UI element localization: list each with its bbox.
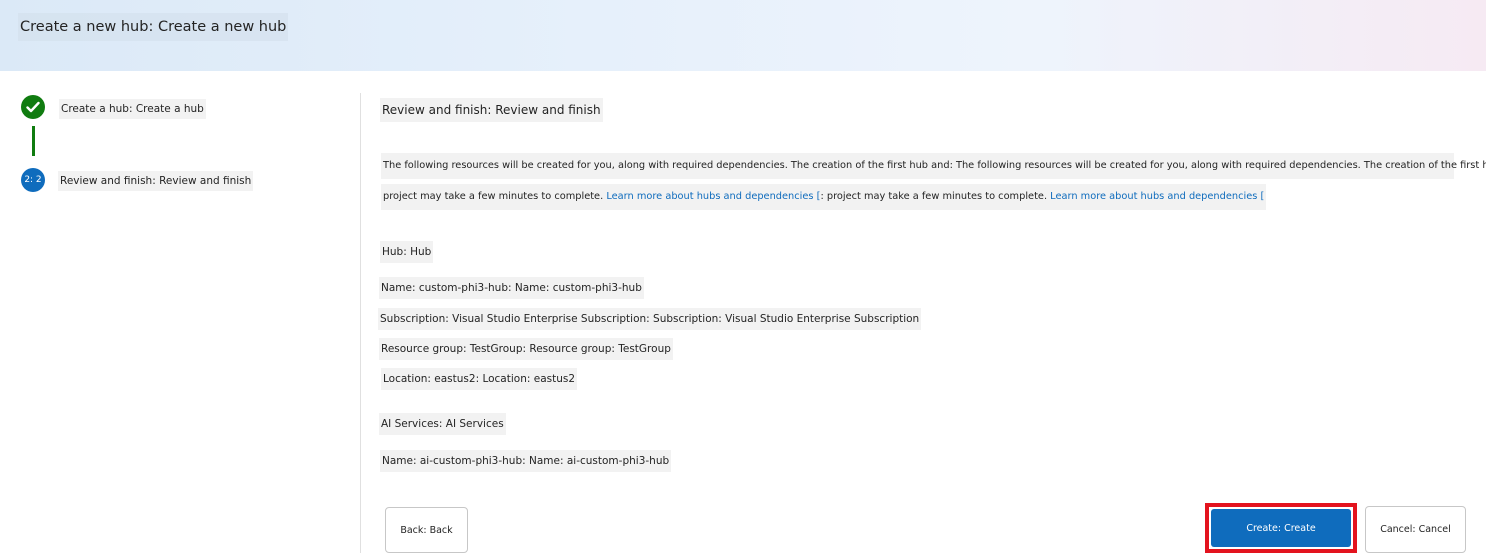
review-description-line-2: project may take a few minutes to comple… <box>381 184 1267 210</box>
hub-section-title: Hub: Hub <box>380 241 434 263</box>
learn-more-link-a[interactable]: Learn more about hubs and dependencies [ <box>606 191 820 202</box>
step-connector <box>32 126 35 156</box>
description-text-a: project may take a few minutes to comple… <box>383 191 607 202</box>
hub-location-value: Location: eastus2: Location: eastus2 <box>381 368 578 390</box>
description-text-b: : project may take a few minutes to comp… <box>820 191 1051 202</box>
cancel-button[interactable]: Cancel: Cancel <box>1365 506 1466 553</box>
create-button-highlight: Create: Create <box>1205 503 1357 553</box>
back-button[interactable]: Back: Back <box>385 507 468 553</box>
step-current-badge: 2: 2 <box>21 168 45 192</box>
learn-more-link-b[interactable]: Learn more about hubs and dependencies [ <box>1050 191 1264 202</box>
review-section-title: Review and finish: Review and finish <box>380 98 603 122</box>
ai-services-name-value: Name: ai-custom-phi3-hub: Name: ai-custo… <box>380 450 672 472</box>
create-button[interactable]: Create: Create <box>1211 509 1351 547</box>
step-review-finish[interactable]: Review and finish: Review and finish <box>58 171 254 191</box>
vertical-divider <box>360 93 361 553</box>
ai-services-section-title: AI Services: AI Services <box>379 413 506 435</box>
header-bar: Create a new hub: Create a new hub <box>0 0 1486 71</box>
page-title: Create a new hub: Create a new hub <box>18 13 289 41</box>
review-description-line-1: The following resources will be created … <box>381 153 1486 179</box>
hub-subscription-value: Subscription: Visual Studio Enterprise S… <box>378 308 922 330</box>
step-complete-checkmark-icon <box>21 95 45 119</box>
step-create-hub[interactable]: Create a hub: Create a hub <box>59 99 206 119</box>
hub-name-value: Name: custom-phi3-hub: Name: custom-phi3… <box>379 277 644 299</box>
hub-resource-group-value: Resource group: TestGroup: Resource grou… <box>379 338 673 360</box>
